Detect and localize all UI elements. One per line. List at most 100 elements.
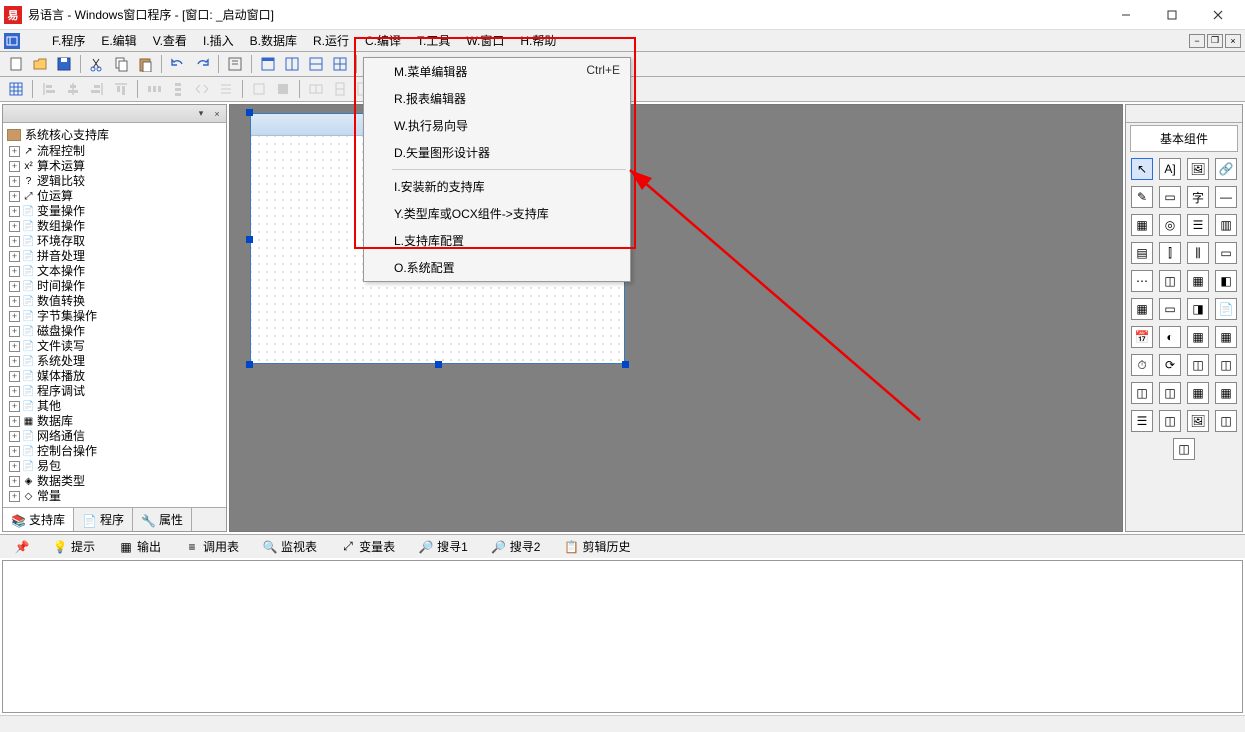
resize-handle[interactable] bbox=[246, 109, 253, 116]
tree-item[interactable]: +📄其他 bbox=[5, 399, 224, 414]
expander-icon[interactable]: + bbox=[9, 161, 20, 172]
palette-item[interactable]: ◫ bbox=[1159, 270, 1181, 292]
palette-item[interactable]: ▦ bbox=[1187, 382, 1209, 404]
palette-item[interactable]: ◨ bbox=[1187, 298, 1209, 320]
expander-icon[interactable]: + bbox=[9, 401, 20, 412]
btab-pin[interactable]: 📌 bbox=[4, 537, 40, 557]
expander-icon[interactable]: + bbox=[9, 176, 20, 187]
dd-lib-config[interactable]: L.支持库配置 bbox=[364, 227, 630, 254]
expander-icon[interactable]: + bbox=[9, 326, 20, 337]
expander-icon[interactable]: + bbox=[9, 251, 20, 262]
resize-handle[interactable] bbox=[246, 236, 253, 243]
tb-cut[interactable] bbox=[86, 53, 108, 75]
expander-icon[interactable]: + bbox=[9, 146, 20, 157]
dd-ocx-lib[interactable]: Y.类型库或OCX组件->支持库 bbox=[364, 200, 630, 227]
close-button[interactable] bbox=[1195, 0, 1241, 30]
tree-item[interactable]: +x²算术运算 bbox=[5, 159, 224, 174]
menu-database[interactable]: B.数据库 bbox=[242, 30, 305, 51]
tree-item[interactable]: +↗流程控制 bbox=[5, 144, 224, 159]
resize-handle[interactable] bbox=[246, 361, 253, 368]
dd-install-lib[interactable]: I.安装新的支持库 bbox=[364, 173, 630, 200]
palette-item[interactable]: ◫ bbox=[1173, 438, 1195, 460]
tb-win2[interactable] bbox=[281, 53, 303, 75]
left-tab-attr[interactable]: 🔧属性 bbox=[133, 508, 192, 531]
palette-item[interactable]: ◫ bbox=[1187, 354, 1209, 376]
panel-close-button[interactable]: × bbox=[210, 107, 224, 121]
tree-item[interactable]: +📄控制台操作 bbox=[5, 444, 224, 459]
mdi-restore-button[interactable]: ❐ bbox=[1207, 34, 1223, 48]
palette-item[interactable]: ◫ bbox=[1215, 410, 1237, 432]
tb-save[interactable] bbox=[53, 53, 75, 75]
dd-vector-designer[interactable]: D.矢量图形设计器 bbox=[364, 139, 630, 166]
palette-item[interactable]: ☰ bbox=[1131, 410, 1153, 432]
menu-run[interactable]: R.运行 bbox=[305, 30, 357, 51]
tree-item[interactable]: +📄环境存取 bbox=[5, 234, 224, 249]
palette-item[interactable]: ◧ bbox=[1215, 270, 1237, 292]
tree-item[interactable]: +⤢位运算 bbox=[5, 189, 224, 204]
minimize-button[interactable] bbox=[1103, 0, 1149, 30]
palette-tab-basic[interactable]: 基本组件 bbox=[1130, 125, 1238, 152]
expander-icon[interactable]: + bbox=[9, 266, 20, 277]
tree-item[interactable]: +📄磁盘操作 bbox=[5, 324, 224, 339]
palette-item[interactable]: ⫼ bbox=[1187, 242, 1209, 264]
palette-item[interactable]: 📄 bbox=[1215, 298, 1237, 320]
expander-icon[interactable]: + bbox=[9, 386, 20, 397]
palette-item[interactable]: ▦ bbox=[1187, 270, 1209, 292]
expander-icon[interactable]: + bbox=[9, 191, 20, 202]
tree-item[interactable]: +📄程序调试 bbox=[5, 384, 224, 399]
palette-item[interactable]: ▭ bbox=[1159, 186, 1181, 208]
palette-item[interactable]: ◐ bbox=[1159, 326, 1181, 348]
tree-item[interactable]: +📄数组操作 bbox=[5, 219, 224, 234]
tb-win1[interactable] bbox=[257, 53, 279, 75]
palette-item[interactable]: ▦ bbox=[1215, 382, 1237, 404]
tb-paste[interactable] bbox=[134, 53, 156, 75]
btab-watch[interactable]: 🔍监视表 bbox=[252, 535, 328, 558]
output-area[interactable] bbox=[2, 560, 1243, 713]
palette-item[interactable]: ▦ bbox=[1187, 326, 1209, 348]
btab-find2[interactable]: 🔎搜寻2 bbox=[481, 535, 552, 558]
expander-icon[interactable]: + bbox=[9, 341, 20, 352]
expander-icon[interactable]: + bbox=[9, 476, 20, 487]
expander-icon[interactable]: + bbox=[9, 416, 20, 427]
tree-root[interactable]: 系统核心支持库 bbox=[5, 125, 224, 144]
palette-item[interactable]: A] bbox=[1159, 158, 1181, 180]
palette-item[interactable]: 📅 bbox=[1131, 326, 1153, 348]
palette-item[interactable]: 🖼 bbox=[1187, 158, 1209, 180]
btab-find1[interactable]: 🔎搜寻1 bbox=[408, 535, 479, 558]
maximize-button[interactable] bbox=[1149, 0, 1195, 30]
palette-item[interactable]: ↖ bbox=[1131, 158, 1153, 180]
expander-icon[interactable]: + bbox=[9, 461, 20, 472]
palette-item[interactable]: ⏱ bbox=[1131, 354, 1153, 376]
menu-view[interactable]: V.查看 bbox=[145, 30, 195, 51]
mdi-close-button[interactable]: × bbox=[1225, 34, 1241, 48]
tree-item[interactable]: +📄数值转换 bbox=[5, 294, 224, 309]
btab-output[interactable]: ▦输出 bbox=[108, 535, 172, 558]
menu-window[interactable]: W.窗口 bbox=[458, 30, 512, 51]
tb-win4[interactable] bbox=[329, 53, 351, 75]
expander-icon[interactable]: + bbox=[9, 371, 20, 382]
palette-item[interactable]: ◫ bbox=[1159, 410, 1181, 432]
tree-item[interactable]: +📄媒体播放 bbox=[5, 369, 224, 384]
expander-icon[interactable]: + bbox=[9, 356, 20, 367]
palette-item[interactable]: ◫ bbox=[1215, 354, 1237, 376]
tree-item[interactable]: +▦数据库 bbox=[5, 414, 224, 429]
expander-icon[interactable]: + bbox=[9, 311, 20, 322]
menu-program[interactable]: F.程序 bbox=[44, 30, 93, 51]
palette-item[interactable]: ▦ bbox=[1131, 214, 1153, 236]
tree-item[interactable]: +📄网络通信 bbox=[5, 429, 224, 444]
palette-item[interactable]: ▥ bbox=[1215, 214, 1237, 236]
tree-item[interactable]: +📄文本操作 bbox=[5, 264, 224, 279]
tree-item[interactable]: +◇常量 bbox=[5, 489, 224, 504]
tree-item[interactable]: +📄字节集操作 bbox=[5, 309, 224, 324]
palette-item[interactable]: ◎ bbox=[1159, 214, 1181, 236]
tb-find[interactable] bbox=[224, 53, 246, 75]
expander-icon[interactable]: + bbox=[9, 221, 20, 232]
resize-handle[interactable] bbox=[622, 361, 629, 368]
palette-item[interactable]: ⟳ bbox=[1159, 354, 1181, 376]
palette-item[interactable]: ▦ bbox=[1215, 326, 1237, 348]
palette-item[interactable]: 字 bbox=[1187, 186, 1209, 208]
left-tab-prog[interactable]: 📄程序 bbox=[74, 508, 133, 531]
palette-item[interactable]: ▤ bbox=[1131, 242, 1153, 264]
dd-sys-config[interactable]: O.系统配置 bbox=[364, 254, 630, 281]
palette-item[interactable]: ⋯ bbox=[1131, 270, 1153, 292]
